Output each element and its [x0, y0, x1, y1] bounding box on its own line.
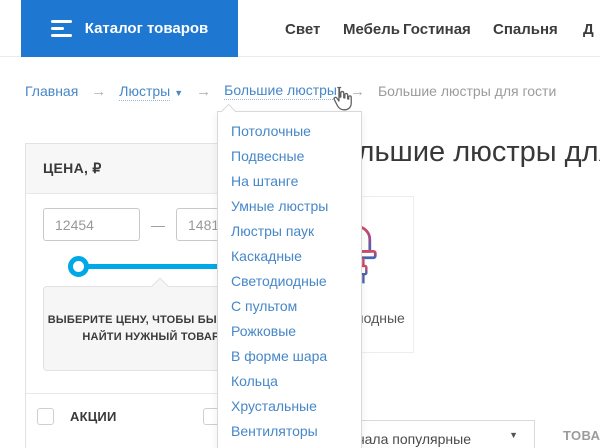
checkbox-icon[interactable] [37, 408, 54, 425]
nav-item-spalnya[interactable]: Спальня [493, 21, 558, 38]
breadcrumb-big-lustry-link[interactable]: Большие люстры [224, 82, 337, 100]
dropdown-item[interactable]: Подвесные [231, 148, 361, 164]
top-navbar: Каталог товаров Свет Мебель Гостиная Спа… [0, 0, 600, 57]
dropdown-notch [221, 104, 237, 120]
breadcrumb-lustry: Люстры ▼ [119, 83, 183, 99]
nav-item-gostinaya[interactable]: Гостиная [403, 21, 471, 38]
subcategory-dropdown: Потолочные Подвесные На штанге Умные люс… [217, 111, 362, 448]
dropdown-item[interactable]: Каскадные [231, 248, 361, 264]
hamburger-icon [51, 20, 72, 37]
nav-item-svet[interactable]: Свет [285, 21, 320, 38]
dropdown-item[interactable]: Кольца [231, 373, 361, 389]
catalog-button[interactable]: Каталог товаров [21, 0, 238, 57]
breadcrumb: Главная → Люстры▼ → Большие люстры → Бол… [25, 82, 556, 100]
cursor-hand-icon [330, 85, 354, 118]
page-title: Большие люстры для гостиной [323, 136, 600, 169]
dropdown-item[interactable]: Хрустальные [231, 398, 361, 414]
chevron-down-icon: ▼ [509, 430, 518, 440]
dropdown-item[interactable]: Умные люстры [231, 198, 361, 214]
checkbox-akcii-label: АКЦИИ [70, 409, 117, 424]
nav-item-detskaya[interactable]: Д [583, 21, 594, 38]
dropdown-item[interactable]: Светодиодные [231, 273, 361, 289]
dropdown-item[interactable]: Потолочные [231, 123, 361, 139]
catalog-page: Каталог товаров Свет Мебель Гостиная Спа… [0, 0, 600, 448]
checkbox-akcii[interactable]: АКЦИИ [37, 408, 117, 425]
breadcrumb-lustry-link[interactable]: Люстры [119, 83, 170, 101]
breadcrumb-arrow-icon: → [91, 83, 106, 100]
price-min-input[interactable] [43, 208, 140, 241]
tooltip-notch [152, 278, 169, 295]
dropdown-item[interactable]: В форме шара [231, 348, 361, 364]
chevron-down-icon: ▼ [174, 88, 183, 98]
price-slider-handle[interactable] [68, 256, 89, 277]
breadcrumb-current: Большие люстры для гости [378, 83, 556, 99]
breadcrumb-arrow-icon: → [196, 83, 211, 100]
dropdown-item[interactable]: С пультом [231, 298, 361, 314]
dropdown-item[interactable]: Вентиляторы [231, 423, 361, 439]
breadcrumb-home-link[interactable]: Главная [25, 83, 78, 99]
dropdown-item[interactable]: Рожковые [231, 323, 361, 339]
price-hint-line2: НАЙТИ НУЖНЫЙ ТОВАР [82, 329, 219, 346]
nav-item-mebel[interactable]: Мебель [343, 21, 400, 38]
products-count-label: ТОВАРОВ [563, 428, 600, 443]
catalog-button-label: Каталог товаров [85, 20, 209, 37]
dropdown-item[interactable]: Люстры паук [231, 223, 361, 239]
dropdown-item[interactable]: На штанге [231, 173, 361, 189]
price-dash: — [151, 217, 165, 233]
